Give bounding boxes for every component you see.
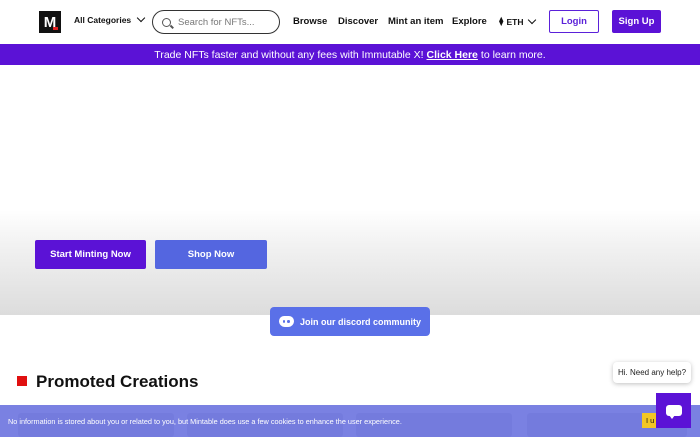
start-minting-button[interactable]: Start Minting Now <box>35 240 146 269</box>
shop-now-button[interactable]: Shop Now <box>155 240 267 269</box>
nav-browse[interactable]: Browse <box>293 16 327 27</box>
signup-button[interactable]: Sign Up <box>612 10 661 33</box>
search-icon <box>162 17 171 27</box>
ethereum-icon: ⧫ <box>499 16 504 26</box>
all-categories-dropdown[interactable]: All Categories <box>74 13 146 25</box>
cookie-text: No information is stored about you or re… <box>8 416 402 426</box>
immutable-x-promo-bar: Trade NFTs faster and without any fees w… <box>0 44 700 65</box>
login-button[interactable]: Login <box>549 10 599 33</box>
chevron-down-icon <box>136 13 146 23</box>
chat-icon <box>665 405 682 419</box>
currency-label: ETH <box>506 16 524 27</box>
section-marker <box>17 376 27 386</box>
promo-text-before: Trade NFTs faster and without any fees w… <box>154 48 424 61</box>
search-input[interactable] <box>178 16 278 28</box>
nav-discover[interactable]: Discover <box>338 16 378 27</box>
hero-section <box>0 65 700 315</box>
nav-explore[interactable]: Explore <box>452 16 487 27</box>
header: M All Categories Browse Discover Mint an… <box>0 0 700 44</box>
click-here-link[interactable]: Click Here <box>427 49 478 61</box>
promoted-creations-title: Promoted Creations <box>36 372 199 391</box>
mintable-logo[interactable]: M <box>39 11 61 33</box>
cookie-banner: No information is stored about you or re… <box>0 405 700 437</box>
discord-icon <box>278 316 294 327</box>
discord-label: Join our discord community <box>299 316 421 327</box>
nav-mint-an-item[interactable]: Mint an item <box>388 16 443 27</box>
discord-community-button[interactable]: Join our discord community <box>270 307 430 336</box>
categories-label: All Categories <box>74 15 132 25</box>
promo-text-after: to learn more. <box>480 48 546 61</box>
search-box[interactable] <box>152 10 280 34</box>
chat-greeting-bubble[interactable]: Hi. Need any help? <box>613 362 691 383</box>
chat-launcher-button[interactable] <box>656 393 691 428</box>
chevron-down-icon <box>528 15 537 24</box>
logo-accent <box>53 27 58 30</box>
page: M All Categories Browse Discover Mint an… <box>0 0 700 437</box>
currency-selector[interactable]: ⧫ ETH <box>499 15 537 27</box>
